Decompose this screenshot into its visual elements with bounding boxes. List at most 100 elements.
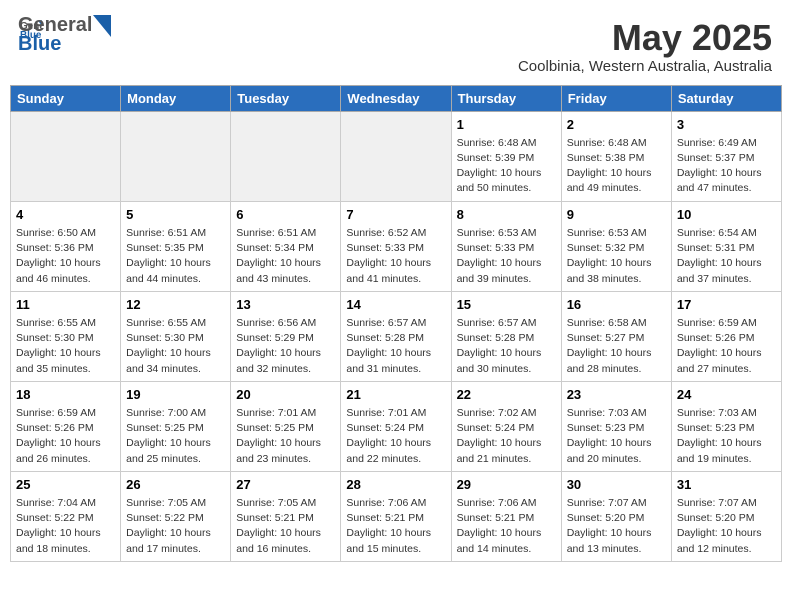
header-friday: Friday [561,85,671,111]
calendar-cell-w5-d6: 30 Sunrise: 7:07 AM Sunset: 5:20 PM Dayli… [561,471,671,561]
calendar-cell-w5-d1: 25Sunrise: 7:04 AM Sunset: 5:22 PM Dayli… [11,471,121,561]
day-number: 7 [346,206,445,224]
day-number: 12 [126,296,225,314]
header: General Blue May 2025 Coolbinia, Western… [10,10,782,79]
header-wednesday: Wednesday [341,85,451,111]
calendar-cell-w2-d4: 7 Sunrise: 6:52 AM Sunset: 5:33 PM Daylig… [341,201,451,291]
calendar-cell-w3-d1: 11 Sunrise: 6:55 AM Sunset: 5:30 PM Dayli… [11,291,121,381]
day-number: 6 [236,206,335,224]
day-number: 26 [126,476,225,494]
logo-container: General Blue [18,14,111,56]
calendar-cell-w4-d1: 18 Sunrise: 6:59 AM Sunset: 5:26 PM Dayli… [11,381,121,471]
calendar-cell-w3-d7: 17 Sunrise: 6:59 AM Sunset: 5:26 PM Dayli… [671,291,781,381]
calendar-cell-w3-d6: 16Sunrise: 6:58 AM Sunset: 5:27 PM Dayli… [561,291,671,381]
calendar-week-3: 11 Sunrise: 6:55 AM Sunset: 5:30 PM Dayli… [11,291,782,381]
page-title: May 2025 [518,18,772,58]
day-number: 27 [236,476,335,494]
calendar-cell-w2-d5: 8 Sunrise: 6:53 AM Sunset: 5:33 PM Daylig… [451,201,561,291]
day-number: 29 [457,476,556,494]
day-info: Sunrise: 7:07 AM Sunset: 5:20 PM Dayligh… [567,496,666,557]
day-number: 30 [567,476,666,494]
calendar-cell-w1-d7: 3Sunrise: 6:49 AM Sunset: 5:37 PM Daylig… [671,111,781,201]
day-number: 2 [567,116,666,134]
calendar-cell-w1-d1 [11,111,121,201]
day-number: 11 [16,296,115,314]
day-info: Sunrise: 7:05 AM Sunset: 5:22 PM Dayligh… [126,496,225,557]
day-info: Sunrise: 6:53 AM Sunset: 5:33 PM Dayligh… [457,226,556,287]
calendar-cell-w2-d6: 9 Sunrise: 6:53 AM Sunset: 5:32 PM Daylig… [561,201,671,291]
header-tuesday: Tuesday [231,85,341,111]
day-number: 9 [567,206,666,224]
calendar-cell-w1-d6: 2 Sunrise: 6:48 AM Sunset: 5:38 PM Daylig… [561,111,671,201]
header-saturday: Saturday [671,85,781,111]
day-number: 23 [567,386,666,404]
day-info: Sunrise: 7:00 AM Sunset: 5:25 PM Dayligh… [126,406,225,467]
day-number: 19 [126,386,225,404]
day-info: Sunrise: 6:48 AM Sunset: 5:38 PM Dayligh… [567,136,666,197]
calendar-cell-w5-d4: 28 Sunrise: 7:06 AM Sunset: 5:21 PM Dayli… [341,471,451,561]
day-number: 20 [236,386,335,404]
day-info: Sunrise: 7:03 AM Sunset: 5:23 PM Dayligh… [567,406,666,467]
day-info: Sunrise: 6:54 AM Sunset: 5:31 PM Dayligh… [677,226,776,287]
day-info: Sunrise: 6:55 AM Sunset: 5:30 PM Dayligh… [16,316,115,377]
day-number: 5 [126,206,225,224]
day-info: Sunrise: 7:01 AM Sunset: 5:25 PM Dayligh… [236,406,335,467]
calendar-cell-w4-d5: 22 Sunrise: 7:02 AM Sunset: 5:24 PM Dayli… [451,381,561,471]
calendar-cell-w3-d5: 15 Sunrise: 6:57 AM Sunset: 5:28 PM Dayli… [451,291,561,381]
day-number: 22 [457,386,556,404]
day-info: Sunrise: 6:57 AM Sunset: 5:28 PM Dayligh… [346,316,445,377]
day-number: 15 [457,296,556,314]
calendar-cell-w5-d7: 31Sunrise: 7:07 AM Sunset: 5:20 PM Dayli… [671,471,781,561]
calendar-cell-w2-d3: 6 Sunrise: 6:51 AM Sunset: 5:34 PM Daylig… [231,201,341,291]
day-info: Sunrise: 6:59 AM Sunset: 5:26 PM Dayligh… [677,316,776,377]
day-info: Sunrise: 7:05 AM Sunset: 5:21 PM Dayligh… [236,496,335,557]
day-info: Sunrise: 6:55 AM Sunset: 5:30 PM Dayligh… [126,316,225,377]
day-info: Sunrise: 6:48 AM Sunset: 5:39 PM Dayligh… [457,136,556,197]
day-info: Sunrise: 6:50 AM Sunset: 5:36 PM Dayligh… [16,226,115,287]
calendar-cell-w1-d5: 1 Sunrise: 6:48 AM Sunset: 5:39 PM Daylig… [451,111,561,201]
calendar-cell-w2-d7: 10 Sunrise: 6:54 AM Sunset: 5:31 PM Dayli… [671,201,781,291]
day-info: Sunrise: 7:02 AM Sunset: 5:24 PM Dayligh… [457,406,556,467]
calendar-header-row: Sunday Monday Tuesday Wednesday Thursday… [11,85,782,111]
day-number: 18 [16,386,115,404]
day-number: 17 [677,296,776,314]
day-number: 4 [16,206,115,224]
day-info: Sunrise: 7:07 AM Sunset: 5:20 PM Dayligh… [677,496,776,557]
calendar-cell-w3-d4: 14Sunrise: 6:57 AM Sunset: 5:28 PM Dayli… [341,291,451,381]
day-info: Sunrise: 6:51 AM Sunset: 5:35 PM Dayligh… [126,226,225,287]
day-number: 10 [677,206,776,224]
day-info: Sunrise: 7:06 AM Sunset: 5:21 PM Dayligh… [346,496,445,557]
day-info: Sunrise: 6:49 AM Sunset: 5:37 PM Dayligh… [677,136,776,197]
calendar-week-1: 1 Sunrise: 6:48 AM Sunset: 5:39 PM Daylig… [11,111,782,201]
header-thursday: Thursday [451,85,561,111]
calendar-cell-w2-d2: 5 Sunrise: 6:51 AM Sunset: 5:35 PM Daylig… [121,201,231,291]
day-number: 8 [457,206,556,224]
calendar-cell-w3-d3: 13Sunrise: 6:56 AM Sunset: 5:29 PM Dayli… [231,291,341,381]
day-info: Sunrise: 6:53 AM Sunset: 5:32 PM Dayligh… [567,226,666,287]
day-info: Sunrise: 6:52 AM Sunset: 5:33 PM Dayligh… [346,226,445,287]
calendar-cell-w1-d3 [231,111,341,201]
day-info: Sunrise: 6:51 AM Sunset: 5:34 PM Dayligh… [236,226,335,287]
calendar-cell-w5-d2: 26 Sunrise: 7:05 AM Sunset: 5:22 PM Dayli… [121,471,231,561]
title-block: May 2025 Coolbinia, Western Australia, A… [518,18,772,75]
day-number: 13 [236,296,335,314]
logo-arrow-icon [93,15,111,37]
day-number: 1 [457,116,556,134]
calendar-cell-w4-d6: 23 Sunrise: 7:03 AM Sunset: 5:23 PM Dayli… [561,381,671,471]
day-info: Sunrise: 6:58 AM Sunset: 5:27 PM Dayligh… [567,316,666,377]
calendar-cell-w4-d7: 24Sunrise: 7:03 AM Sunset: 5:23 PM Dayli… [671,381,781,471]
calendar-cell-w5-d5: 29 Sunrise: 7:06 AM Sunset: 5:21 PM Dayli… [451,471,561,561]
calendar-cell-w1-d4 [341,111,451,201]
day-number: 28 [346,476,445,494]
calendar-week-4: 18 Sunrise: 6:59 AM Sunset: 5:26 PM Dayli… [11,381,782,471]
calendar-cell-w2-d1: 4 Sunrise: 6:50 AM Sunset: 5:36 PM Daylig… [11,201,121,291]
calendar-cell-w4-d4: 21Sunrise: 7:01 AM Sunset: 5:24 PM Dayli… [341,381,451,471]
day-info: Sunrise: 6:57 AM Sunset: 5:28 PM Dayligh… [457,316,556,377]
day-info: Sunrise: 7:03 AM Sunset: 5:23 PM Dayligh… [677,406,776,467]
day-info: Sunrise: 7:01 AM Sunset: 5:24 PM Dayligh… [346,406,445,467]
calendar-cell-w4-d3: 20 Sunrise: 7:01 AM Sunset: 5:25 PM Dayli… [231,381,341,471]
header-sunday: Sunday [11,85,121,111]
calendar-week-5: 25Sunrise: 7:04 AM Sunset: 5:22 PM Dayli… [11,471,782,561]
day-info: Sunrise: 7:06 AM Sunset: 5:21 PM Dayligh… [457,496,556,557]
day-info: Sunrise: 6:59 AM Sunset: 5:26 PM Dayligh… [16,406,115,467]
